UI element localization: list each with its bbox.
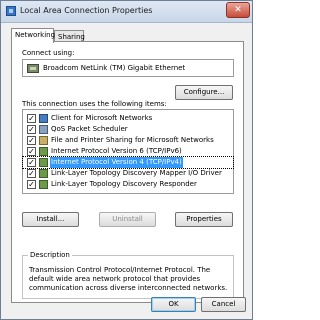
protocol-icon — [39, 158, 48, 167]
components-list[interactable]: ✓ Client for Microsoft Networks ✓ QoS Pa… — [22, 109, 234, 194]
checkbox[interactable]: ✓ — [27, 180, 36, 189]
networking-panel: Connect using: Broadcom NetLink (TM) Gig… — [11, 41, 244, 303]
item-label: Link-Layer Topology Discovery Mapper I/O… — [51, 169, 222, 177]
description-legend: Description — [28, 251, 72, 259]
tab-networking[interactable]: Networking — [11, 28, 55, 43]
list-item[interactable]: ✓ Internet Protocol Version 6 (TCP/IPv6) — [23, 146, 233, 157]
list-item[interactable]: ✓ QoS Packet Scheduler — [23, 124, 233, 135]
items-label: This connection uses the following items… — [22, 100, 167, 108]
adapter-name: Broadcom NetLink (TM) Gigabit Ethernet — [43, 64, 186, 72]
protocol-icon — [39, 169, 48, 178]
protocol-icon — [39, 180, 48, 189]
list-item[interactable]: ✓ Link-Layer Topology Discovery Responde… — [23, 179, 233, 190]
protocol-icon — [39, 147, 48, 156]
item-label: Link-Layer Topology Discovery Responder — [51, 180, 197, 188]
list-item-selected[interactable]: ✓ Internet Protocol Version 4 (TCP/IPv4) — [22, 156, 234, 169]
network-adapter-icon — [27, 64, 39, 73]
description-group: Description Transmission Control Protoco… — [22, 251, 234, 299]
connect-using-label: Connect using: — [22, 49, 75, 57]
window-title: Local Area Connection Properties — [20, 6, 153, 15]
item-label: Client for Microsoft Networks — [51, 114, 153, 122]
list-item[interactable]: ✓ File and Printer Sharing for Microsoft… — [23, 135, 233, 146]
description-text: Transmission Control Protocol/Internet P… — [29, 266, 228, 292]
properties-button[interactable]: Properties — [175, 212, 233, 227]
network-icon — [6, 6, 16, 16]
item-label: File and Printer Sharing for Microsoft N… — [51, 136, 214, 144]
checkbox[interactable]: ✓ — [27, 136, 36, 145]
checkbox[interactable]: ✓ — [27, 147, 36, 156]
list-item[interactable]: ✓ Client for Microsoft Networks — [23, 113, 233, 124]
checkbox[interactable]: ✓ — [27, 158, 36, 167]
list-item[interactable]: ✓ Link-Layer Topology Discovery Mapper I… — [23, 168, 233, 179]
configure-button[interactable]: Configure... — [175, 85, 233, 100]
file-share-icon — [39, 136, 48, 145]
uninstall-button[interactable]: Uninstall — [99, 212, 156, 227]
checkbox[interactable]: ✓ — [27, 114, 36, 123]
client-icon — [39, 114, 48, 123]
adapter-field: Broadcom NetLink (TM) Gigabit Ethernet — [22, 59, 234, 77]
qos-icon — [39, 125, 48, 134]
cancel-button[interactable]: Cancel — [201, 297, 246, 312]
checkbox[interactable]: ✓ — [27, 169, 36, 178]
item-label: Internet Protocol Version 4 (TCP/IPv4) — [50, 157, 183, 168]
checkbox[interactable]: ✓ — [27, 125, 36, 134]
install-button[interactable]: Install... — [22, 212, 79, 227]
title-bar[interactable]: Local Area Connection Properties ✕ — [1, 1, 252, 23]
close-button[interactable]: ✕ — [226, 2, 250, 18]
properties-dialog: Local Area Connection Properties ✕ Netwo… — [0, 0, 253, 320]
item-label: Internet Protocol Version 6 (TCP/IPv6) — [51, 147, 182, 155]
ok-button[interactable]: OK — [151, 297, 196, 312]
item-label: QoS Packet Scheduler — [51, 125, 128, 133]
